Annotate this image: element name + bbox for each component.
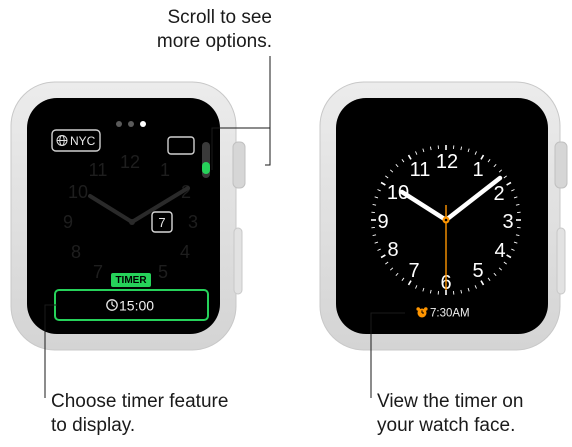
right-dial-8: 8: [387, 239, 398, 261]
right-dial-4: 4: [494, 240, 505, 262]
illustration-svg: 12 1 2 3 4 5 6 7 8 9 10 11: [0, 0, 572, 442]
left-dial-8: 8: [71, 242, 81, 262]
page-dot-1: [116, 121, 122, 127]
scroll-callout-line-1: Scroll to see: [116, 6, 272, 30]
nyc-label: NYC: [70, 134, 96, 148]
alarm-time: 7:30AM: [430, 308, 470, 320]
date-value: 7: [158, 215, 165, 230]
right-dial-5: 5: [472, 260, 483, 282]
right-dial-7: 7: [408, 260, 419, 282]
right-dial-1: 1: [472, 159, 483, 181]
right-watch: 12 1 2 3 4 5 6 7 8 9 10 11: [320, 82, 567, 350]
timer-feature-callout: Choose timer feature to display.: [51, 390, 228, 438]
right-dial-3: 3: [502, 211, 513, 233]
left-dial-10: 10: [68, 182, 88, 202]
right-digital-crown[interactable]: [555, 142, 567, 188]
right-dial-9: 9: [377, 211, 388, 233]
left-side-button[interactable]: [234, 228, 242, 294]
scroll-callout-line-2: more options.: [116, 30, 272, 54]
timer-feature-callout-line-2: to display.: [51, 414, 228, 438]
view-timer-callout-line-2: your watch face.: [377, 414, 523, 438]
timer-feature-callout-line-1: Choose timer feature: [51, 390, 228, 414]
illustration-stage: 12 1 2 3 4 5 6 7 8 9 10 11: [0, 0, 572, 442]
left-dial-9: 9: [63, 212, 73, 232]
timer-tag-label: TIMER: [115, 275, 147, 286]
left-dial-11: 11: [89, 160, 108, 180]
scroll-callout: Scroll to see more options.: [116, 6, 272, 54]
left-dim-center: [129, 219, 135, 225]
left-dial-4: 4: [180, 242, 190, 262]
left-dial-5: 5: [158, 262, 168, 282]
left-dial-1: 1: [160, 160, 170, 180]
right-side-button[interactable]: [557, 228, 565, 294]
page-dot-2: [128, 121, 134, 127]
view-timer-callout-line-1: View the timer on: [377, 390, 523, 414]
left-page-dots: [116, 121, 146, 127]
page-dot-3: [140, 121, 146, 127]
left-watch: 12 1 2 3 4 5 6 7 8 9 10 11: [11, 82, 245, 350]
timer-value: 15:00: [119, 298, 154, 314]
scroll-indicator[interactable]: [202, 142, 210, 178]
view-timer-callout: View the timer on your watch face.: [377, 390, 523, 438]
right-dial-12: 12: [436, 151, 458, 173]
left-dial-3: 3: [188, 212, 198, 232]
right-dial-2: 2: [493, 183, 504, 205]
left-digital-crown[interactable]: [233, 142, 245, 188]
left-dial-7: 7: [93, 262, 103, 282]
left-dial-12: 12: [120, 152, 140, 172]
right-dial-11: 11: [410, 159, 431, 181]
timer-tag: TIMER: [111, 273, 151, 287]
